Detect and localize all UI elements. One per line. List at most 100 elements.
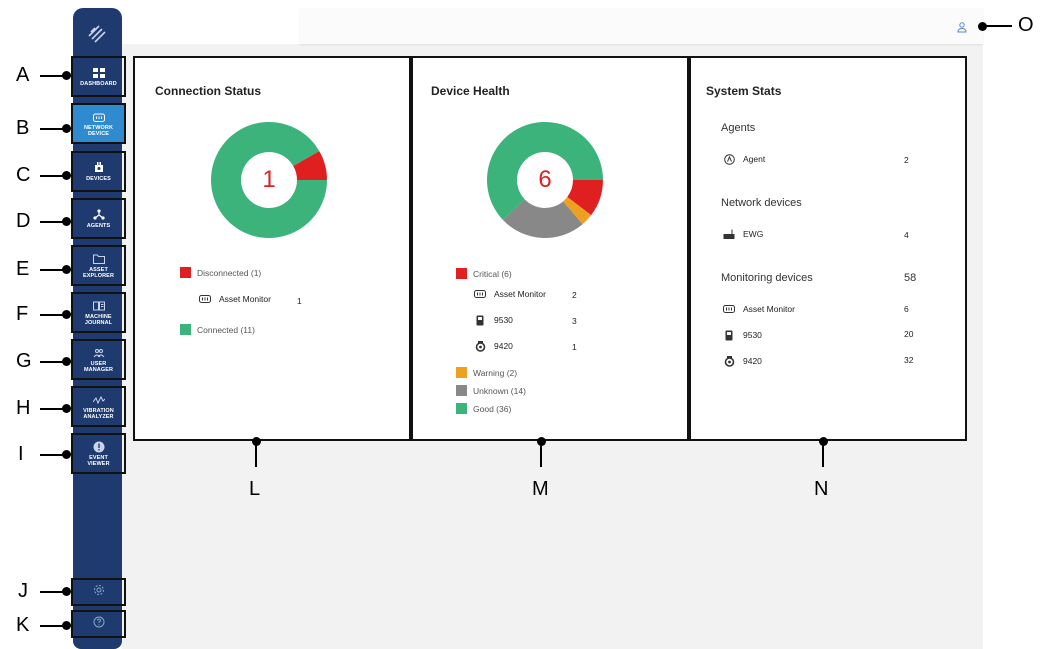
- callout-label: N: [814, 478, 829, 500]
- card-title: Connection Status: [155, 84, 262, 98]
- alert-icon: [92, 441, 106, 453]
- help-icon: [93, 615, 105, 633]
- list-item: 9420: [723, 355, 762, 367]
- legend-item[interactable]: Disconnected (1): [180, 267, 261, 278]
- card-title: System Stats: [706, 84, 782, 98]
- section-total: 58: [904, 272, 917, 284]
- sidebar-item-devices[interactable]: DEVICES: [71, 151, 126, 192]
- list-item: Asset Monitor: [199, 294, 271, 304]
- help-button[interactable]: [71, 610, 126, 638]
- sidebar-item-label: AGENTS: [86, 222, 111, 229]
- legend-swatch: [180, 267, 191, 278]
- item-name: Asset Monitor: [743, 304, 795, 314]
- sidebar-item-agents[interactable]: AGENTS: [71, 198, 126, 239]
- callout-dot: [62, 587, 71, 596]
- item-count: 32: [904, 355, 914, 365]
- settings-icon: [93, 583, 105, 601]
- callout-label: A: [16, 64, 30, 86]
- sidebar-item-label: DASHBOARD: [80, 80, 117, 87]
- donut-center-value: 6: [538, 166, 552, 193]
- journal-icon: [92, 300, 106, 312]
- sidebar-item-label: NETWORK DEVICE: [83, 124, 114, 137]
- asset-monitor-icon: [474, 289, 486, 299]
- callout-label: M: [532, 478, 549, 500]
- list-item: Agent: [723, 153, 766, 165]
- section-heading: Monitoring devices: [721, 272, 813, 284]
- item-count: 20: [904, 329, 914, 339]
- item-count: 6: [904, 304, 909, 314]
- callout-label: J: [18, 580, 28, 602]
- item-name: Agent: [743, 154, 766, 164]
- asset-monitor-icon: [199, 294, 211, 304]
- sensor-9530-icon: [474, 315, 486, 325]
- sidebar-item-asset-explorer[interactable]: ASSET EXPLORER: [71, 245, 126, 286]
- vibration-icon: [92, 394, 106, 406]
- callout-line: [540, 441, 542, 467]
- sidebar-item-label: VIBRATION ANALYZER: [83, 407, 114, 420]
- legend-item[interactable]: Critical (6): [456, 268, 512, 279]
- callout-line: [984, 25, 1012, 27]
- asset-monitor-icon: [723, 304, 735, 314]
- card-title: Device Health: [431, 84, 510, 98]
- item-name: 9420: [743, 356, 762, 366]
- ewg-icon: [723, 229, 735, 239]
- callout-dot: [62, 171, 71, 180]
- settings-button[interactable]: [71, 578, 126, 606]
- logo-icon: [85, 22, 109, 46]
- sidebar-item-label: EVENT VIEWER: [87, 454, 110, 467]
- list-item: 9420: [474, 340, 513, 352]
- callout-label: G: [16, 350, 32, 372]
- sidebar-item-network-device[interactable]: NETWORK DEVICE: [71, 103, 126, 144]
- sidebar-item-label: DEVICES: [86, 175, 111, 182]
- system-stats-card: System Stats Agents Agent 2 Network devi…: [689, 56, 967, 441]
- list-item: Asset Monitor: [723, 304, 795, 314]
- callout-label: E: [16, 258, 30, 280]
- donut-center-value: 1: [262, 166, 276, 193]
- callout-line: [255, 441, 257, 467]
- device-health-card: Device Health 6 Critical (6) Asset Monit…: [411, 56, 689, 441]
- callout-line: [822, 441, 824, 467]
- agents-icon: [92, 209, 106, 221]
- legend-label: Critical (6): [473, 268, 512, 279]
- callout-label: D: [16, 210, 31, 232]
- item-count: 2: [572, 290, 577, 300]
- item-name: 9530: [494, 315, 513, 325]
- legend-swatch: [456, 385, 467, 396]
- devices-icon: [92, 162, 106, 174]
- legend-item[interactable]: Good (36): [456, 403, 511, 414]
- users-icon: [92, 347, 106, 359]
- legend-item[interactable]: Connected (11): [180, 324, 255, 335]
- folder-icon: [92, 253, 106, 265]
- callout-label: B: [16, 117, 30, 139]
- sidebar-item-machine-journal[interactable]: MACHINE JOURNAL: [71, 292, 126, 333]
- callout-dot: [62, 310, 71, 319]
- section-heading: Agents: [721, 122, 756, 134]
- callout-dot: [62, 217, 71, 226]
- list-item: Asset Monitor: [474, 289, 546, 299]
- legend-label: Warning (2): [473, 367, 518, 378]
- item-name: 9530: [743, 330, 762, 340]
- legend-item[interactable]: Warning (2): [456, 367, 517, 378]
- sidebar-item-dashboard[interactable]: DASHBOARD: [71, 56, 126, 97]
- item-name: Asset Monitor: [219, 294, 271, 304]
- callout-dot: [62, 450, 71, 459]
- callout-dot: [62, 71, 71, 80]
- legend-swatch: [180, 324, 191, 335]
- callout-dot: [62, 265, 71, 274]
- item-count: 3: [572, 316, 577, 326]
- callout-label: F: [16, 303, 29, 325]
- legend-label: Disconnected (1): [197, 267, 262, 278]
- sensor-9420-icon: [723, 355, 735, 367]
- sidebar-item-user-manager[interactable]: USER MANAGER: [71, 339, 126, 380]
- sensor-9530-icon: [723, 330, 735, 340]
- item-count: 4: [904, 230, 909, 240]
- legend-swatch: [456, 268, 467, 279]
- sidebar-item-vibration-analyzer[interactable]: VIBRATION ANALYZER: [71, 386, 126, 427]
- legend-swatch: [456, 367, 467, 378]
- user-icon[interactable]: [956, 20, 968, 33]
- callout-label: K: [16, 614, 30, 636]
- sidebar-item-event-viewer[interactable]: EVENT VIEWER: [71, 433, 126, 474]
- legend-label: Good (36): [473, 403, 512, 414]
- item-name: 9420: [494, 341, 513, 351]
- legend-item[interactable]: Unknown (14): [456, 385, 526, 396]
